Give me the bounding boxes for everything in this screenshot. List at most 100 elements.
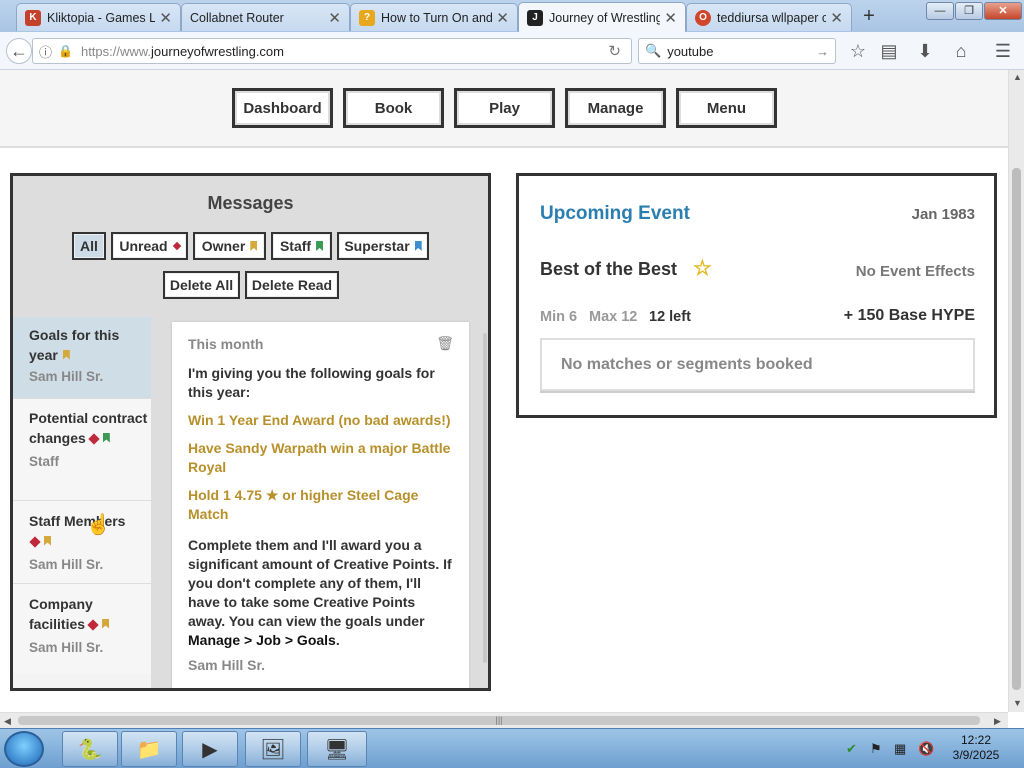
event-hype: + 150 Base HYPE [843,307,975,324]
lock-icon: 🔒 [58,44,73,58]
kliktopia-favicon-icon: K [25,9,41,26]
message-subject: Potential contract changes [29,410,148,446]
owner-bookmark-icon [44,535,51,546]
staff-bookmark-icon [316,241,324,251]
filter-unread-button[interactable]: Unread [111,232,188,260]
taskbar-media-player-icon[interactable]: ▶ [182,731,238,767]
close-tab-icon[interactable]: ✕ [664,9,677,27]
event-date: Jan 1983 [911,206,975,223]
action-center-flag-icon[interactable]: ⚑ [870,741,882,757]
filter-staff-button[interactable]: Staff [271,232,332,260]
upcoming-event-panel: Upcoming Event Jan 1983 Best of the Best… [516,173,997,418]
clock-time: 12:22 [960,733,992,747]
staff-bookmark-icon [102,432,110,443]
book-button[interactable]: Book [343,88,444,128]
back-arrow-icon[interactable]: ← [6,38,32,64]
main-nav-bar: Dashboard Book Play Manage Menu [0,70,1008,148]
close-tab-icon[interactable]: ✕ [496,9,509,27]
trash-icon[interactable]: 🗑 [436,335,454,352]
reading-list-icon[interactable]: ▤ [876,38,902,64]
message-sender: Sam Hill Sr. [29,640,104,655]
event-slots-left: 12 left [649,309,691,325]
taskbar-snake-app-icon[interactable]: 🐍 [62,731,118,767]
manage-button[interactable]: Manage [565,88,666,128]
search-box[interactable]: 🔍 youtube → [638,38,836,64]
messages-title: Messages [207,193,294,213]
browser-titlebar: K Kliktopia - Games Li ✕ Collabnet Route… [0,0,1024,32]
home-icon[interactable]: ⌂ [948,38,974,64]
volume-muted-icon[interactable]: 🔇 [918,741,934,757]
new-tab-icon[interactable]: + [858,5,880,27]
horizontal-scrollbar[interactable]: ◀ ||| ▶ [0,712,1008,728]
unread-dot-icon [88,432,100,445]
event-name: Best of the Best [540,259,678,279]
minimize-icon[interactable]: — [926,2,954,20]
message-item-staff-members[interactable]: Staff Members Sam Hill Sr. [13,501,151,584]
search-go-arrow-icon[interactable]: → [816,44,829,59]
message-date: This month [188,336,264,352]
messages-panel: Messages All Unread Owner Staff Supersta… [10,173,491,691]
favorite-star-icon[interactable]: ☆ [693,256,712,281]
window-close-icon[interactable]: ✕ [984,2,1022,20]
tab-journey-of-wrestling[interactable]: J Journey of Wrestling ✕ [518,2,686,32]
menu-button[interactable]: Menu [676,88,777,128]
list-divider [151,317,157,688]
message-item-goals[interactable]: Goals for this year Sam Hill Sr. [13,317,151,399]
vertical-scroll-thumb[interactable] [1012,168,1021,690]
start-button[interactable] [4,731,44,767]
unread-dot-icon [172,241,181,251]
message-scrollbar[interactable] [483,333,487,663]
security-tray-icon[interactable]: ✔ [846,741,857,757]
message-intro: I'm giving you the following goals for t… [188,365,435,400]
close-tab-icon[interactable]: ✕ [830,9,843,27]
close-tab-icon[interactable]: ✕ [328,9,341,27]
taskbar-image-viewer-icon[interactable]: 🖼 [245,731,301,767]
goal-item: Win 1 Year End Award (no bad awards!) [188,412,451,428]
message-list: Goals for this year Sam Hill Sr. Potenti… [13,317,151,688]
tab-teddiursa[interactable]: O teddiursa wllpaper c ✕ [686,3,852,31]
event-bookings-box[interactable]: No matches or segments booked [540,338,975,391]
info-icon[interactable]: ⓘ [39,42,52,61]
tab-title: teddiursa wllpaper c [717,10,827,25]
horizontal-scroll-thumb[interactable]: ||| [18,716,980,725]
vertical-scrollbar[interactable]: ▲ ▼ [1008,70,1024,712]
message-item-contract[interactable]: Potential contract changes Staff [13,399,151,501]
tab-how-to[interactable]: ? How to Turn On and ✕ [350,3,518,31]
close-tab-icon[interactable]: ✕ [159,9,172,27]
message-sender: Sam Hill Sr. [29,557,104,572]
filter-owner-button[interactable]: Owner [193,232,266,260]
hamburger-menu-icon[interactable]: ☰ [990,38,1016,64]
tab-collabnet[interactable]: Collabnet Router ✕ [181,3,350,31]
scroll-left-arrow-icon[interactable]: ◀ [4,716,11,727]
browser-navbar: ← ⓘ 🔒 https://www. journeyofwrestling.com… [0,32,1024,70]
tab-title: Collabnet Router [190,10,284,25]
message-subject: Goals for this year [29,327,120,363]
tab-title: How to Turn On and [381,10,493,25]
scroll-down-arrow-icon[interactable]: ▼ [1013,698,1022,708]
mouse-cursor-icon: ☝ [86,514,111,536]
scroll-up-arrow-icon[interactable]: ▲ [1013,72,1022,82]
restore-icon[interactable]: ❐ [955,2,983,20]
taskbar-explorer-icon[interactable]: 📁 [121,731,177,767]
network-tray-icon[interactable]: ▦ [894,741,906,757]
download-arrow-icon[interactable]: ⬇ [912,38,938,64]
owner-bookmark-icon [102,618,110,629]
dashboard-button[interactable]: Dashboard [232,88,333,128]
tab-kliktopia[interactable]: K Kliktopia - Games Li ✕ [16,3,181,31]
message-item-facilities[interactable]: Company facilities Sam Hill Sr. [13,584,151,674]
filter-superstar-button[interactable]: Superstar [337,232,429,260]
reload-icon[interactable]: ↻ [608,42,621,60]
journey-favicon-icon: J [527,9,543,26]
filter-label: Superstar [344,238,410,254]
delete-all-button[interactable]: Delete All [163,271,240,299]
address-bar[interactable]: ⓘ 🔒 https://www. journeyofwrestling.com ↻ [32,38,632,64]
url-prefix: https://www. [80,43,152,59]
scroll-right-arrow-icon[interactable]: ▶ [994,716,1001,727]
delete-read-button[interactable]: Delete Read [245,271,339,299]
owner-bookmark-icon [250,241,258,251]
play-button[interactable]: Play [454,88,555,128]
system-clock[interactable]: 12:22 3/9/2025 [946,733,1006,763]
taskbar-app-icon[interactable]: 🖥 [307,731,367,767]
bookmark-star-icon[interactable]: ☆ [845,38,871,64]
filter-all-button[interactable]: All [72,232,106,260]
